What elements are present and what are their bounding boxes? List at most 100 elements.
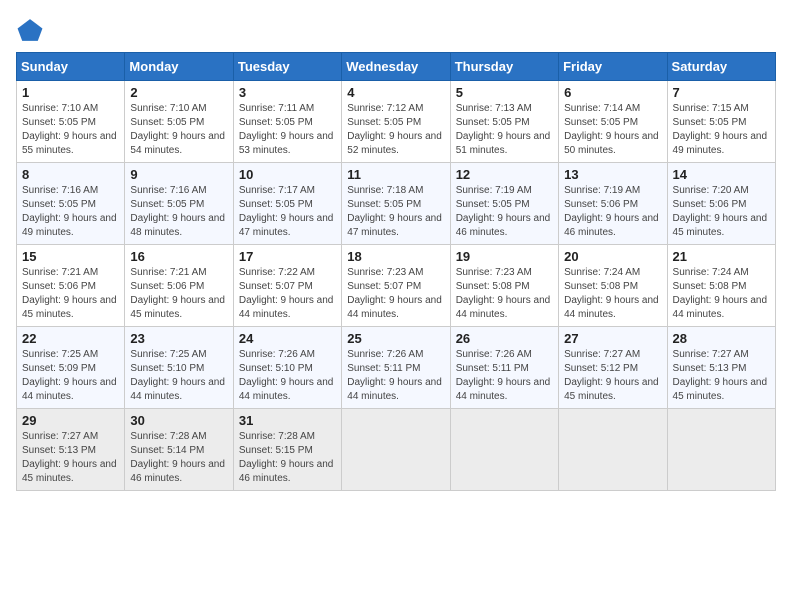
calendar-cell: 9 Sunrise: 7:16 AMSunset: 5:05 PMDayligh… — [125, 163, 233, 245]
weekday-tuesday: Tuesday — [233, 53, 341, 81]
day-number: 16 — [130, 249, 227, 264]
calendar-cell: 29 Sunrise: 7:27 AMSunset: 5:13 PMDaylig… — [17, 409, 125, 491]
weekday-saturday: Saturday — [667, 53, 775, 81]
day-number: 25 — [347, 331, 444, 346]
day-detail: Sunrise: 7:15 AMSunset: 5:05 PMDaylight:… — [673, 103, 768, 156]
day-detail: Sunrise: 7:27 AMSunset: 5:12 PMDaylight:… — [564, 349, 659, 402]
day-detail: Sunrise: 7:23 AMSunset: 5:07 PMDaylight:… — [347, 267, 442, 320]
day-number: 8 — [22, 167, 119, 182]
day-number: 5 — [456, 85, 553, 100]
day-number: 27 — [564, 331, 661, 346]
weekday-thursday: Thursday — [450, 53, 558, 81]
calendar-week-1: 1 Sunrise: 7:10 AMSunset: 5:05 PMDayligh… — [17, 81, 776, 163]
day-detail: Sunrise: 7:21 AMSunset: 5:06 PMDaylight:… — [130, 267, 225, 320]
calendar-cell: 26 Sunrise: 7:26 AMSunset: 5:11 PMDaylig… — [450, 327, 558, 409]
day-number: 31 — [239, 413, 336, 428]
calendar-cell: 25 Sunrise: 7:26 AMSunset: 5:11 PMDaylig… — [342, 327, 450, 409]
day-detail: Sunrise: 7:11 AMSunset: 5:05 PMDaylight:… — [239, 103, 334, 156]
day-detail: Sunrise: 7:21 AMSunset: 5:06 PMDaylight:… — [22, 267, 117, 320]
day-number: 4 — [347, 85, 444, 100]
day-number: 28 — [673, 331, 770, 346]
day-number: 15 — [22, 249, 119, 264]
day-number: 23 — [130, 331, 227, 346]
calendar-cell: 23 Sunrise: 7:25 AMSunset: 5:10 PMDaylig… — [125, 327, 233, 409]
calendar-cell: 24 Sunrise: 7:26 AMSunset: 5:10 PMDaylig… — [233, 327, 341, 409]
day-detail: Sunrise: 7:23 AMSunset: 5:08 PMDaylight:… — [456, 267, 551, 320]
calendar-cell: 16 Sunrise: 7:21 AMSunset: 5:06 PMDaylig… — [125, 245, 233, 327]
day-number: 22 — [22, 331, 119, 346]
day-number: 21 — [673, 249, 770, 264]
day-detail: Sunrise: 7:22 AMSunset: 5:07 PMDaylight:… — [239, 267, 334, 320]
calendar-cell — [667, 409, 775, 491]
calendar-cell: 5 Sunrise: 7:13 AMSunset: 5:05 PMDayligh… — [450, 81, 558, 163]
day-number: 26 — [456, 331, 553, 346]
day-number: 10 — [239, 167, 336, 182]
calendar-cell: 28 Sunrise: 7:27 AMSunset: 5:13 PMDaylig… — [667, 327, 775, 409]
calendar-week-2: 8 Sunrise: 7:16 AMSunset: 5:05 PMDayligh… — [17, 163, 776, 245]
calendar-cell — [559, 409, 667, 491]
day-detail: Sunrise: 7:16 AMSunset: 5:05 PMDaylight:… — [130, 185, 225, 238]
day-number: 7 — [673, 85, 770, 100]
calendar-cell: 11 Sunrise: 7:18 AMSunset: 5:05 PMDaylig… — [342, 163, 450, 245]
calendar-cell: 14 Sunrise: 7:20 AMSunset: 5:06 PMDaylig… — [667, 163, 775, 245]
day-detail: Sunrise: 7:17 AMSunset: 5:05 PMDaylight:… — [239, 185, 334, 238]
day-number: 6 — [564, 85, 661, 100]
calendar-cell: 4 Sunrise: 7:12 AMSunset: 5:05 PMDayligh… — [342, 81, 450, 163]
day-number: 14 — [673, 167, 770, 182]
day-detail: Sunrise: 7:10 AMSunset: 5:05 PMDaylight:… — [130, 103, 225, 156]
day-detail: Sunrise: 7:28 AMSunset: 5:14 PMDaylight:… — [130, 431, 225, 484]
day-number: 17 — [239, 249, 336, 264]
calendar-cell: 22 Sunrise: 7:25 AMSunset: 5:09 PMDaylig… — [17, 327, 125, 409]
day-number: 18 — [347, 249, 444, 264]
calendar-week-3: 15 Sunrise: 7:21 AMSunset: 5:06 PMDaylig… — [17, 245, 776, 327]
calendar-cell: 8 Sunrise: 7:16 AMSunset: 5:05 PMDayligh… — [17, 163, 125, 245]
calendar-cell: 2 Sunrise: 7:10 AMSunset: 5:05 PMDayligh… — [125, 81, 233, 163]
calendar-cell: 12 Sunrise: 7:19 AMSunset: 5:05 PMDaylig… — [450, 163, 558, 245]
day-number: 11 — [347, 167, 444, 182]
day-detail: Sunrise: 7:19 AMSunset: 5:06 PMDaylight:… — [564, 185, 659, 238]
day-number: 1 — [22, 85, 119, 100]
calendar-cell: 15 Sunrise: 7:21 AMSunset: 5:06 PMDaylig… — [17, 245, 125, 327]
calendar-cell: 27 Sunrise: 7:27 AMSunset: 5:12 PMDaylig… — [559, 327, 667, 409]
calendar-cell: 6 Sunrise: 7:14 AMSunset: 5:05 PMDayligh… — [559, 81, 667, 163]
calendar-cell: 13 Sunrise: 7:19 AMSunset: 5:06 PMDaylig… — [559, 163, 667, 245]
calendar-cell: 30 Sunrise: 7:28 AMSunset: 5:14 PMDaylig… — [125, 409, 233, 491]
page-header — [16, 16, 776, 44]
calendar-cell: 19 Sunrise: 7:23 AMSunset: 5:08 PMDaylig… — [450, 245, 558, 327]
weekday-header-row: SundayMondayTuesdayWednesdayThursdayFrid… — [17, 53, 776, 81]
logo-icon — [16, 16, 44, 44]
day-detail: Sunrise: 7:26 AMSunset: 5:11 PMDaylight:… — [456, 349, 551, 402]
calendar-body: 1 Sunrise: 7:10 AMSunset: 5:05 PMDayligh… — [17, 81, 776, 491]
calendar-cell: 18 Sunrise: 7:23 AMSunset: 5:07 PMDaylig… — [342, 245, 450, 327]
day-detail: Sunrise: 7:19 AMSunset: 5:05 PMDaylight:… — [456, 185, 551, 238]
day-detail: Sunrise: 7:14 AMSunset: 5:05 PMDaylight:… — [564, 103, 659, 156]
day-detail: Sunrise: 7:28 AMSunset: 5:15 PMDaylight:… — [239, 431, 334, 484]
day-number: 20 — [564, 249, 661, 264]
day-detail: Sunrise: 7:24 AMSunset: 5:08 PMDaylight:… — [564, 267, 659, 320]
day-number: 2 — [130, 85, 227, 100]
day-number: 30 — [130, 413, 227, 428]
day-number: 3 — [239, 85, 336, 100]
day-number: 29 — [22, 413, 119, 428]
calendar-table: SundayMondayTuesdayWednesdayThursdayFrid… — [16, 52, 776, 491]
logo — [16, 16, 48, 44]
day-number: 24 — [239, 331, 336, 346]
calendar-cell: 3 Sunrise: 7:11 AMSunset: 5:05 PMDayligh… — [233, 81, 341, 163]
day-detail: Sunrise: 7:25 AMSunset: 5:09 PMDaylight:… — [22, 349, 117, 402]
calendar-cell: 20 Sunrise: 7:24 AMSunset: 5:08 PMDaylig… — [559, 245, 667, 327]
day-detail: Sunrise: 7:10 AMSunset: 5:05 PMDaylight:… — [22, 103, 117, 156]
day-detail: Sunrise: 7:27 AMSunset: 5:13 PMDaylight:… — [673, 349, 768, 402]
day-detail: Sunrise: 7:13 AMSunset: 5:05 PMDaylight:… — [456, 103, 551, 156]
weekday-sunday: Sunday — [17, 53, 125, 81]
day-number: 13 — [564, 167, 661, 182]
day-detail: Sunrise: 7:26 AMSunset: 5:10 PMDaylight:… — [239, 349, 334, 402]
calendar-cell: 31 Sunrise: 7:28 AMSunset: 5:15 PMDaylig… — [233, 409, 341, 491]
calendar-cell: 10 Sunrise: 7:17 AMSunset: 5:05 PMDaylig… — [233, 163, 341, 245]
day-detail: Sunrise: 7:16 AMSunset: 5:05 PMDaylight:… — [22, 185, 117, 238]
calendar-cell: 7 Sunrise: 7:15 AMSunset: 5:05 PMDayligh… — [667, 81, 775, 163]
day-detail: Sunrise: 7:24 AMSunset: 5:08 PMDaylight:… — [673, 267, 768, 320]
calendar-cell: 17 Sunrise: 7:22 AMSunset: 5:07 PMDaylig… — [233, 245, 341, 327]
day-detail: Sunrise: 7:25 AMSunset: 5:10 PMDaylight:… — [130, 349, 225, 402]
calendar-cell: 1 Sunrise: 7:10 AMSunset: 5:05 PMDayligh… — [17, 81, 125, 163]
day-number: 19 — [456, 249, 553, 264]
